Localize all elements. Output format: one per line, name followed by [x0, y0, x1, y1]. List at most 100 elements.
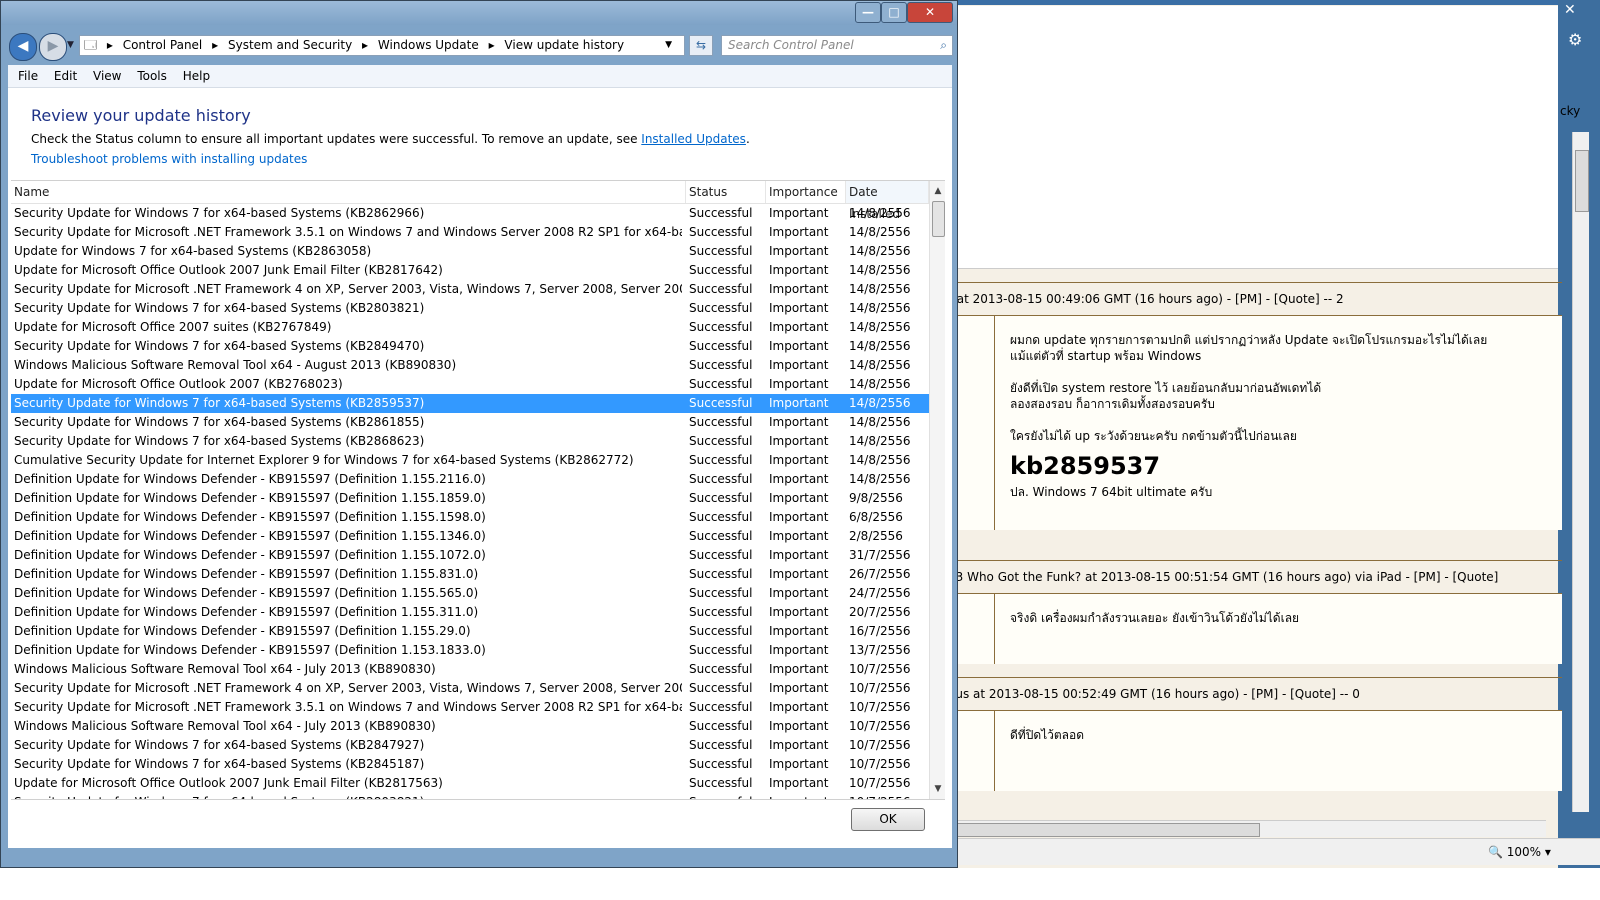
importance-cell: Important [769, 681, 829, 695]
scroll-thumb[interactable] [1575, 150, 1589, 212]
table-row[interactable]: Windows Malicious Software Removal Tool … [11, 356, 929, 375]
search-input[interactable]: Search Control Panel ⌕ [721, 35, 953, 56]
status-cell: Successful [689, 206, 753, 220]
table-vertical-scrollbar[interactable]: ▲ ▼ [929, 181, 945, 799]
recent-pages-chevron-icon[interactable]: ▼ [67, 40, 74, 50]
importance-cell: Important [769, 605, 829, 619]
table-row[interactable]: Definition Update for Windows Defender -… [11, 603, 929, 622]
column-header-importance[interactable]: Importance [766, 181, 846, 203]
menu-tools[interactable]: Tools [137, 65, 167, 87]
date-installed-cell: 26/7/2556 [849, 567, 911, 581]
menu-edit[interactable]: Edit [54, 65, 77, 87]
table-row[interactable]: Definition Update for Windows Defender -… [11, 641, 929, 660]
address-bar[interactable]: 🗔 ▸ Control Panel ▸ System and Security … [79, 35, 685, 56]
table-row[interactable]: Security Update for Windows 7 for x64-ba… [11, 337, 929, 356]
importance-cell: Important [769, 377, 829, 391]
table-row[interactable]: Security Update for Microsoft .NET Frame… [11, 698, 929, 717]
ok-button[interactable]: OK [851, 808, 925, 831]
table-row[interactable]: Update for Microsoft Office Outlook 2007… [11, 261, 929, 280]
date-installed-cell: 14/8/2556 [849, 377, 911, 391]
table-row[interactable]: Windows Malicious Software Removal Tool … [11, 717, 929, 736]
menu-file[interactable]: File [18, 65, 38, 87]
table-row[interactable]: Definition Update for Windows Defender -… [11, 470, 929, 489]
table-row[interactable]: Definition Update for Windows Defender -… [11, 546, 929, 565]
troubleshoot-link[interactable]: Troubleshoot problems with installing up… [31, 152, 307, 166]
breadcrumb-separator-icon: ▸ [212, 38, 219, 52]
table-row[interactable]: Security Update for Windows 7 for x64-ba… [11, 204, 929, 223]
table-row[interactable]: Cumulative Security Update for Internet … [11, 451, 929, 470]
table-row[interactable]: Windows Malicious Software Removal Tool … [11, 660, 929, 679]
address-dropdown-icon[interactable]: ▼ [665, 36, 672, 55]
browser-close-icon[interactable]: ✕ [1564, 2, 1576, 18]
breadcrumb-windows-update[interactable]: Windows Update [378, 38, 479, 52]
breadcrumb-control-panel[interactable]: Control Panel [123, 38, 203, 52]
date-installed-cell: 14/8/2556 [849, 225, 911, 239]
table-row[interactable]: Security Update for Windows 7 for x64-ba… [11, 413, 929, 432]
update-name-cell: Definition Update for Windows Defender -… [14, 605, 479, 619]
table-row[interactable]: Definition Update for Windows Defender -… [11, 565, 929, 584]
desktop-bottom-strip [0, 868, 1600, 900]
update-name-cell: Security Update for Windows 7 for x64-ba… [14, 434, 425, 448]
scroll-thumb[interactable] [948, 823, 1260, 837]
table-row[interactable]: Security Update for Windows 7 for x64-ba… [11, 299, 929, 318]
browser-horizontal-scrollbar[interactable] [948, 820, 1546, 837]
update-name-cell: Windows Malicious Software Removal Tool … [14, 719, 436, 733]
date-installed-cell: 10/7/2556 [849, 662, 911, 676]
update-name-cell: Update for Windows 7 for x64-based Syste… [14, 244, 372, 258]
status-cell: Successful [689, 567, 753, 581]
status-cell: Successful [689, 738, 753, 752]
table-row[interactable]: Security Update for Windows 7 for x64-ba… [11, 394, 929, 413]
table-row[interactable]: Definition Update for Windows Defender -… [11, 489, 929, 508]
breadcrumb-view-update-history[interactable]: View update history [504, 38, 624, 52]
table-row[interactable]: Security Update for Microsoft .NET Frame… [11, 223, 929, 242]
date-installed-cell: 14/8/2556 [849, 472, 911, 486]
gear-icon[interactable]: ⚙ [1568, 30, 1582, 49]
update-name-cell: Security Update for Windows 7 for x64-ba… [14, 793, 682, 799]
update-name-cell: Definition Update for Windows Defender -… [14, 548, 486, 562]
close-button[interactable]: ✕ [907, 2, 953, 23]
table-row[interactable]: Update for Windows 7 for x64-based Syste… [11, 242, 929, 261]
table-row[interactable]: Security Update for Windows 7 for x64-ba… [11, 755, 929, 774]
column-header-name[interactable]: Name [11, 181, 686, 203]
scroll-down-icon[interactable]: ▼ [930, 781, 945, 797]
table-row[interactable]: Update for Microsoft Office Outlook 2007… [11, 774, 929, 793]
post-line: ยังดีที่เปิด system restore ไว้ เลยย้อนก… [1010, 381, 1322, 395]
importance-cell: Important [769, 453, 829, 467]
table-row[interactable]: Security Update for Windows 7 for x64-ba… [11, 736, 929, 755]
table-row[interactable]: Update for Microsoft Office 2007 suites … [11, 318, 929, 337]
scroll-thumb[interactable] [932, 201, 945, 237]
importance-cell: Important [769, 225, 829, 239]
update-name-cell: Security Update for Windows 7 for x64-ba… [14, 301, 425, 315]
date-installed-cell: 14/8/2556 [849, 453, 911, 467]
browser-vertical-scrollbar[interactable] [1572, 132, 1589, 812]
date-installed-cell: 14/8/2556 [849, 244, 911, 258]
column-header-status[interactable]: Status [686, 181, 766, 203]
search-icon[interactable]: ⌕ [940, 36, 947, 55]
table-row[interactable]: Definition Update for Windows Defender -… [11, 527, 929, 546]
table-row[interactable]: Definition Update for Windows Defender -… [11, 622, 929, 641]
installed-updates-link[interactable]: Installed Updates [641, 132, 746, 146]
breadcrumb-system-security[interactable]: System and Security [228, 38, 352, 52]
table-row[interactable]: Definition Update for Windows Defender -… [11, 508, 929, 527]
forward-button[interactable]: ▶ [39, 33, 67, 61]
maximize-button[interactable]: □ [881, 2, 907, 23]
table-row[interactable]: Security Update for Windows 7 for x64-ba… [11, 432, 929, 451]
minimize-button[interactable]: — [855, 2, 881, 23]
menu-view[interactable]: View [93, 65, 121, 87]
refresh-button[interactable]: ⇆ [689, 35, 713, 56]
column-header-date-installed[interactable]: Date Installed [846, 181, 929, 221]
table-row[interactable]: Definition Update for Windows Defender -… [11, 584, 929, 603]
status-cell: Successful [689, 244, 753, 258]
status-cell: Successful [689, 662, 753, 676]
scroll-up-icon[interactable]: ▲ [930, 183, 945, 199]
table-row[interactable]: Update for Microsoft Office Outlook 2007… [11, 375, 929, 394]
date-installed-cell: 10/7/2556 [849, 757, 911, 771]
back-button[interactable]: ◀ [9, 33, 37, 61]
zoom-level[interactable]: 🔍 100% ▾ [1488, 845, 1551, 859]
menu-help[interactable]: Help [183, 65, 210, 87]
table-row[interactable]: Security Update for Microsoft .NET Frame… [11, 679, 929, 698]
table-row[interactable]: Security Update for Windows 7 for x64-ba… [11, 793, 929, 799]
table-row[interactable]: Security Update for Microsoft .NET Frame… [11, 280, 929, 299]
date-installed-cell: 24/7/2556 [849, 586, 911, 600]
browser-tab-fragment: cky [1560, 104, 1581, 118]
